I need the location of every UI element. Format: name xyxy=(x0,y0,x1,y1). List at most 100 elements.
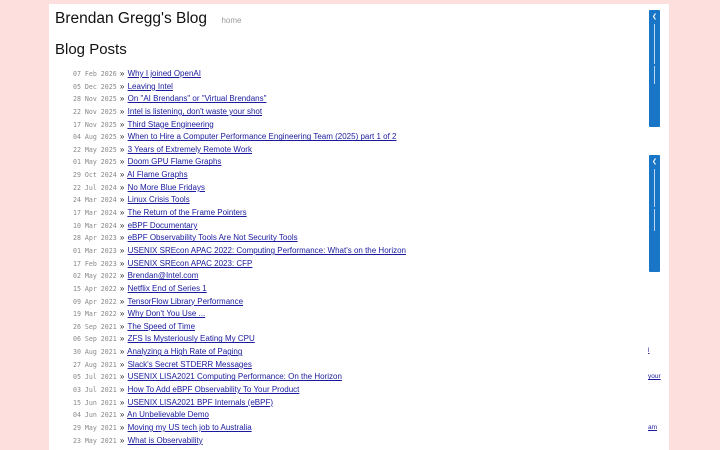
post-link[interactable]: When to Hire a Computer Performance Engi… xyxy=(128,132,397,141)
post-link[interactable]: TensorFlow Library Performance xyxy=(127,297,243,306)
offscreen-link-fragment[interactable]: am xyxy=(648,424,657,431)
separator-icon: » xyxy=(119,233,125,243)
post-list-item: 17 Nov 2025 » Third Stage Engineering xyxy=(73,119,406,132)
post-list-item: 04 Aug 2025 » When to Hire a Computer Pe… xyxy=(73,131,406,144)
post-list-item: 23 May 2021 » What is Observability xyxy=(73,435,406,448)
post-list-item: 30 Aug 2021 » Analyzing a High Rate of P… xyxy=(73,346,406,359)
post-date: 29 Oct 2024 xyxy=(73,171,117,180)
post-list-item: 05 Dec 2025 » Leaving Intel xyxy=(73,81,406,94)
post-date: 19 Mar 2022 xyxy=(73,310,117,319)
post-date: 17 Nov 2025 xyxy=(73,120,117,129)
post-link[interactable]: USENIX SREcon APAC 2023: CFP xyxy=(128,259,253,268)
post-link[interactable]: An Unbelievable Demo xyxy=(127,410,209,419)
tab-text-lines xyxy=(654,24,655,84)
post-date: 05 Jul 2021 xyxy=(73,373,117,382)
separator-icon: » xyxy=(119,385,125,395)
post-link[interactable]: ZFS Is Mysteriously Eating My CPU xyxy=(128,334,255,343)
post-date: 17 Feb 2023 xyxy=(73,259,117,268)
post-date: 03 Jul 2021 xyxy=(73,386,117,395)
post-date: 06 Sep 2021 xyxy=(73,335,117,344)
separator-icon: » xyxy=(119,195,125,205)
post-link[interactable]: No More Blue Fridays xyxy=(128,183,205,192)
post-list-item: 15 Apr 2022 » Netflix End of Series 1 xyxy=(73,283,406,296)
post-date: 10 Mar 2024 xyxy=(73,221,117,230)
post-link[interactable]: eBPF Documentary xyxy=(128,221,198,230)
post-list-item: 17 Feb 2023 » USENIX SREcon APAC 2023: C… xyxy=(73,258,406,271)
post-date: 27 Aug 2021 xyxy=(73,360,117,369)
post-link[interactable]: 3 Years of Extremely Remote Work xyxy=(128,145,252,154)
post-list-item: 29 Oct 2024 » AI Flame Graphs xyxy=(73,169,406,182)
separator-icon: » xyxy=(119,397,125,407)
post-list-item: 01 May 2025 » Doom GPU Flame Graphs xyxy=(73,156,406,169)
separator-icon: » xyxy=(119,435,125,445)
separator-icon: » xyxy=(119,157,125,167)
separator-icon: » xyxy=(119,372,125,382)
offscreen-link-fragment[interactable]: l xyxy=(648,347,649,354)
separator-icon: » xyxy=(119,422,125,432)
post-link[interactable]: USENIX SREcon APAC 2022: Computing Perfo… xyxy=(128,246,406,255)
post-date: 01 May 2025 xyxy=(73,158,117,167)
site-title[interactable]: Brendan Gregg's Blog xyxy=(55,10,207,28)
post-date: 23 May 2021 xyxy=(73,436,117,445)
post-list-item: 09 Apr 2022 » TensorFlow Library Perform… xyxy=(73,296,406,309)
post-list-item: 10 Mar 2024 » eBPF Documentary xyxy=(73,220,406,233)
chevron-left-icon: ❮ xyxy=(651,14,658,20)
post-link[interactable]: How To Add eBPF Observability To Your Pr… xyxy=(128,385,300,394)
post-link[interactable]: Moving my US tech job to Australia xyxy=(128,423,252,432)
chevron-left-icon: ❮ xyxy=(651,159,658,165)
post-link[interactable]: Third Stage Engineering xyxy=(127,120,213,129)
post-link[interactable]: USENIX LISA2021 BPF Internals (eBPF) xyxy=(128,398,273,407)
post-link[interactable]: Leaving Intel xyxy=(128,82,173,91)
post-list-item: 03 Jul 2021 » How To Add eBPF Observabil… xyxy=(73,384,406,397)
post-date: 28 Nov 2025 xyxy=(73,95,117,104)
separator-icon: » xyxy=(119,359,125,369)
post-list-item: 06 Sep 2021 » ZFS Is Mysteriously Eating… xyxy=(73,333,406,346)
side-panel-tab-bottom[interactable]: ❮ xyxy=(649,155,660,272)
post-link[interactable]: Slack's Secret STDERR Messages xyxy=(128,360,252,369)
post-list-item: 28 Apr 2023 » eBPF Observability Tools A… xyxy=(73,232,406,245)
post-list-item: 05 Jul 2021 » USENIX LISA2021 Computing … xyxy=(73,371,406,384)
offscreen-link-fragment[interactable]: your xyxy=(648,373,661,380)
post-link[interactable]: Why Don't You Use ... xyxy=(128,309,206,318)
page-title: Blog Posts xyxy=(55,41,127,58)
post-link[interactable]: Doom GPU Flame Graphs xyxy=(128,157,222,166)
post-link[interactable]: Analyzing a High Rate of Paging xyxy=(127,347,242,356)
post-date: 17 Mar 2024 xyxy=(73,209,117,218)
post-link[interactable]: eBPF Observability Tools Are Not Securit… xyxy=(128,233,298,242)
post-date: 30 Aug 2021 xyxy=(73,348,117,357)
post-link[interactable]: Brendan@Intel.com xyxy=(128,271,199,280)
post-link[interactable]: The Return of the Frame Pointers xyxy=(127,208,246,217)
post-list-item: 22 Jul 2024 » No More Blue Fridays xyxy=(73,182,406,195)
post-link[interactable]: Netflix End of Series 1 xyxy=(128,284,207,293)
post-date: 24 Mar 2024 xyxy=(73,196,117,205)
post-list-item: 22 May 2025 » 3 Years of Extremely Remot… xyxy=(73,144,406,157)
separator-icon: » xyxy=(119,334,125,344)
post-date: 02 May 2022 xyxy=(73,272,117,281)
separator-icon: » xyxy=(119,208,125,218)
home-link[interactable]: home xyxy=(221,16,241,25)
post-list-item: 27 Aug 2021 » Slack's Secret STDERR Mess… xyxy=(73,359,406,372)
post-date: 01 Mar 2023 xyxy=(73,246,117,255)
post-link[interactable]: AI Flame Graphs xyxy=(127,170,187,179)
post-list-item: 28 Nov 2025 » On "AI Brendans" or "Virtu… xyxy=(73,93,406,106)
site-header: Brendan Gregg's Blog home xyxy=(55,10,242,28)
separator-icon: » xyxy=(119,132,125,142)
separator-icon: » xyxy=(119,283,125,293)
post-date: 22 Nov 2025 xyxy=(73,107,117,116)
side-panel-tab-top[interactable]: ❮ xyxy=(649,10,660,127)
separator-icon: » xyxy=(119,245,125,255)
post-link[interactable]: What is Observability xyxy=(128,436,203,445)
post-date: 28 Apr 2023 xyxy=(73,234,117,243)
post-list-item: 22 Nov 2025 » Intel is listening, don't … xyxy=(73,106,406,119)
separator-icon: » xyxy=(119,182,125,192)
post-link[interactable]: The Speed of Time xyxy=(127,322,195,331)
post-link[interactable]: On "AI Brendans" or "Virtual Brendans" xyxy=(128,94,267,103)
post-link[interactable]: Why I joined OpenAI xyxy=(128,69,201,78)
post-link[interactable]: Linux Crisis Tools xyxy=(128,195,190,204)
separator-icon: » xyxy=(119,106,125,116)
post-list-item: 19 Mar 2022 » Why Don't You Use ... xyxy=(73,308,406,321)
post-link[interactable]: Intel is listening, don't waste your sho… xyxy=(128,107,263,116)
post-list: 07 Feb 2026 » Why I joined OpenAI 05 Dec … xyxy=(73,68,406,450)
post-link[interactable]: USENIX LISA2021 Computing Performance: O… xyxy=(128,372,342,381)
post-list-item: 26 Sep 2021 » The Speed of Time xyxy=(73,321,406,334)
